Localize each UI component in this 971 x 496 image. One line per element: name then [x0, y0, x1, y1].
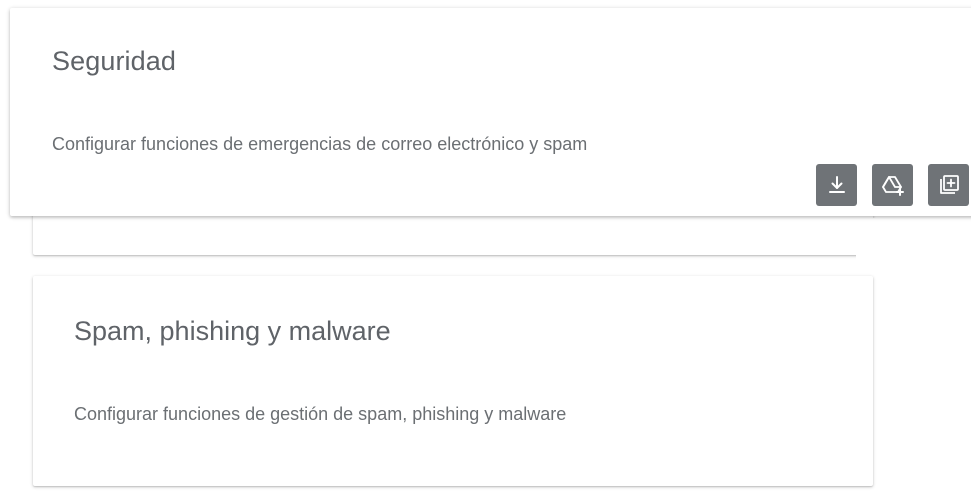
download-icon	[826, 174, 848, 196]
add-to-drive-button[interactable]	[872, 164, 913, 206]
background-strip	[856, 218, 971, 496]
add-to-collection-button[interactable]	[928, 164, 969, 206]
card-actions-toolbar	[816, 164, 969, 206]
download-button[interactable]	[816, 164, 857, 206]
add-to-collection-icon	[938, 174, 960, 196]
drive-add-icon	[881, 174, 905, 196]
settings-page: Spam, phishing y malware Configurar func…	[0, 0, 971, 496]
card-title: Seguridad	[52, 46, 176, 76]
settings-card-spam-phishing-malware[interactable]: Spam, phishing y malware Configurar func…	[33, 276, 873, 486]
card-description: Configurar funciones de gestión de spam,…	[74, 404, 567, 424]
card-title: Spam, phishing y malware	[74, 316, 391, 346]
card-description: Configurar funciones de emergencias de c…	[52, 134, 588, 154]
